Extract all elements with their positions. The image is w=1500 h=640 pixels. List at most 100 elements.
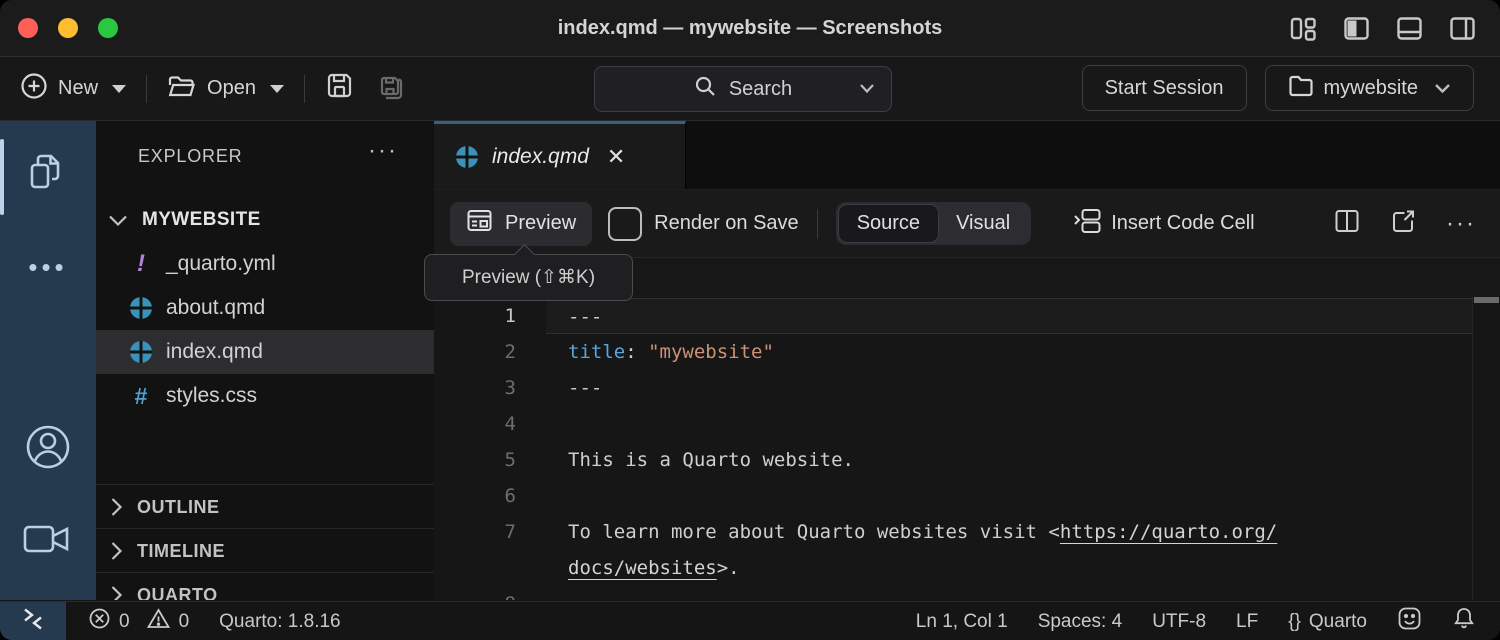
- split-editor-icon[interactable]: [1334, 208, 1360, 239]
- feedback-icon[interactable]: [1397, 606, 1422, 637]
- root-folder-name: MYWEBSITE: [142, 209, 261, 231]
- chevron-right-icon: [110, 585, 123, 600]
- line-number: 8: [434, 586, 516, 600]
- close-tab-icon[interactable]: ✕: [607, 146, 625, 168]
- active-indicator: [0, 139, 4, 215]
- folder-open-icon: [167, 73, 197, 105]
- section-quarto[interactable]: QUARTO: [96, 572, 434, 600]
- new-label: New: [58, 77, 98, 100]
- code-link[interactable]: docs/websites: [568, 557, 717, 579]
- preview-icon: [466, 207, 493, 240]
- open-button[interactable]: Open: [167, 73, 284, 105]
- quarto-version[interactable]: Quarto: 1.8.16: [219, 611, 340, 633]
- new-button[interactable]: New: [20, 72, 126, 106]
- overview-ruler-cursor-marker: [1474, 297, 1499, 303]
- workspace-button[interactable]: mywebsite: [1265, 65, 1474, 111]
- render-on-save-checkbox[interactable]: [608, 207, 642, 241]
- workspace-root-folder[interactable]: MYWEBSITE: [96, 199, 434, 241]
- visual-mode-button[interactable]: Visual: [938, 205, 1028, 242]
- code-line[interactable]: 3---: [434, 370, 1473, 406]
- save-button[interactable]: [325, 71, 354, 106]
- insert-code-cell-icon: [1073, 207, 1103, 241]
- cursor-position[interactable]: Ln 1, Col 1: [916, 611, 1008, 633]
- chevron-down-icon[interactable]: [859, 83, 875, 94]
- file-name: about.qmd: [166, 296, 265, 320]
- account-icon: [22, 421, 74, 478]
- tab-index-qmd[interactable]: index.qmd ✕: [434, 121, 686, 189]
- save-all-button[interactable]: [374, 71, 404, 107]
- code-token: This is a Quarto website.: [568, 449, 854, 471]
- explorer-more-actions[interactable]: ···: [368, 137, 398, 165]
- code-line[interactable]: docs/websites>.: [434, 550, 1473, 586]
- section-outline[interactable]: OUTLINE: [96, 484, 434, 529]
- code-line[interactable]: 7To learn more about Quarto websites vis…: [434, 514, 1473, 550]
- warning-icon: [146, 607, 171, 636]
- preview-label: Preview: [505, 212, 576, 235]
- code-line[interactable]: 6: [434, 478, 1473, 514]
- activity-explorer-button[interactable]: [0, 133, 96, 219]
- search-input[interactable]: Search: [594, 66, 892, 112]
- remote-icon: [20, 606, 46, 638]
- tooltip-text: Preview (⇧⌘K): [462, 266, 595, 289]
- file-row-about-qmd[interactable]: about.qmd: [96, 286, 434, 330]
- encoding-setting[interactable]: UTF-8: [1152, 611, 1206, 633]
- plus-circle-icon: [20, 72, 48, 106]
- quick-action-bar: New Open: [0, 57, 1500, 121]
- remote-indicator[interactable]: [0, 602, 66, 640]
- toggle-left-panel-icon[interactable]: [1343, 15, 1370, 42]
- line-number: 2: [434, 334, 516, 370]
- source-mode-button[interactable]: Source: [839, 205, 938, 242]
- open-external-icon[interactable]: [1390, 208, 1416, 239]
- insert-code-cell-button[interactable]: Insert Code Cell: [1073, 207, 1254, 241]
- section-label: OUTLINE: [137, 497, 220, 518]
- save-all-icon: [374, 71, 404, 107]
- indentation-setting[interactable]: Spaces: 4: [1038, 611, 1123, 633]
- file-name: styles.css: [166, 384, 257, 408]
- customize-layout-icon[interactable]: [1290, 15, 1317, 42]
- activity-account-button[interactable]: [0, 421, 96, 478]
- code-line[interactable]: 5This is a Quarto website.: [434, 442, 1473, 478]
- explorer-panel: EXPLORER ··· MYWEBSITE ! _quarto.yml abo…: [96, 121, 434, 600]
- more-actions-icon[interactable]: ···: [1446, 210, 1476, 238]
- chevron-right-icon: [110, 541, 123, 561]
- code-token: To learn more about Quarto websites visi…: [568, 521, 1060, 543]
- file-row-styles-css[interactable]: # styles.css: [96, 374, 434, 418]
- activity-video-button[interactable]: [0, 519, 96, 564]
- code-line[interactable]: 2title: "mywebsite": [434, 334, 1473, 370]
- app-window: index.qmd — mywebsite — Screenshots: [0, 0, 1500, 640]
- file-row-index-qmd[interactable]: index.qmd: [96, 330, 434, 374]
- search-label: Search: [729, 78, 792, 101]
- save-icon: [325, 71, 354, 106]
- activity-more-button[interactable]: •••: [0, 253, 96, 281]
- title-bar: index.qmd — mywebsite — Screenshots: [0, 0, 1500, 57]
- file-row-quarto-yml[interactable]: ! _quarto.yml: [96, 242, 434, 286]
- preview-button[interactable]: Preview: [450, 202, 592, 246]
- error-icon: [88, 607, 111, 636]
- code-token: ---: [568, 306, 602, 328]
- start-session-label: Start Session: [1105, 77, 1224, 100]
- line-number: 4: [434, 406, 516, 442]
- editor-group: index.qmd ✕ Preview: [434, 121, 1500, 600]
- code-line[interactable]: 8: [434, 586, 1473, 600]
- tab-strip: index.qmd ✕: [434, 121, 1500, 190]
- section-label: TIMELINE: [137, 541, 225, 562]
- notifications-bell-icon[interactable]: [1452, 606, 1476, 637]
- start-session-button[interactable]: Start Session: [1082, 65, 1247, 111]
- editor-scrollbar[interactable]: [1472, 297, 1500, 600]
- video-camera-icon: [22, 519, 74, 564]
- toggle-bottom-panel-icon[interactable]: [1396, 15, 1423, 42]
- code-token: "mywebsite": [648, 341, 774, 363]
- toggle-right-panel-icon[interactable]: [1449, 15, 1476, 42]
- activity-bar: •••: [0, 121, 96, 600]
- eol-setting[interactable]: LF: [1236, 611, 1258, 633]
- tab-label: index.qmd: [492, 145, 589, 169]
- file-name: index.qmd: [166, 340, 263, 364]
- language-mode[interactable]: {} Quarto: [1288, 611, 1367, 633]
- code-link[interactable]: https://quarto.org/: [1060, 521, 1277, 543]
- error-count: 0: [119, 611, 130, 633]
- section-timeline[interactable]: TIMELINE: [96, 528, 434, 573]
- problems-indicator[interactable]: 0 0: [88, 607, 189, 636]
- code-line[interactable]: 1---: [434, 298, 1473, 334]
- code-line[interactable]: 4: [434, 406, 1473, 442]
- code-editor[interactable]: 1---2title: "mywebsite"3---45This is a Q…: [434, 297, 1500, 600]
